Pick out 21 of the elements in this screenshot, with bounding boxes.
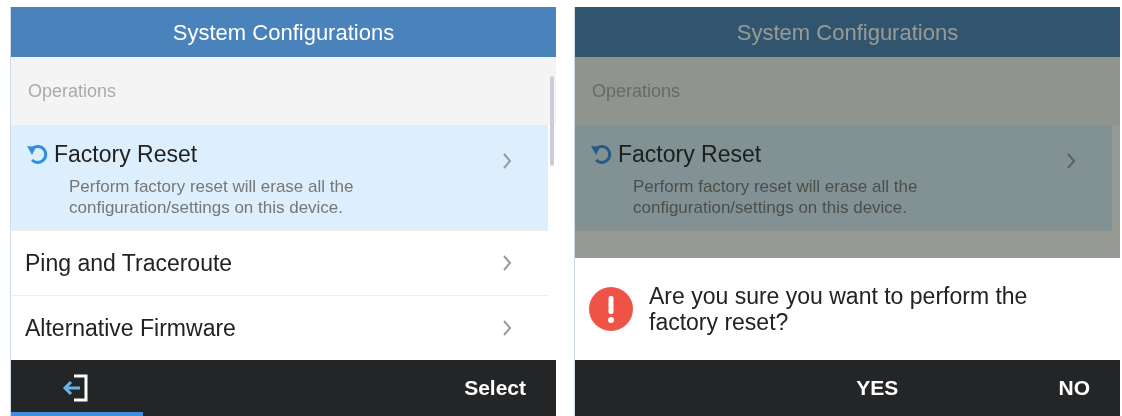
item-label: Factory Reset (618, 140, 762, 169)
chevron-icon (502, 320, 512, 336)
chevron-icon (502, 153, 512, 169)
softkey-button[interactable]: NO (928, 360, 1120, 416)
chevron-icon (1066, 153, 1076, 169)
warning-icon (589, 287, 633, 331)
chevron-icon (502, 255, 512, 271)
dialog-message: Are you sure you want to perform the factory reset? (649, 282, 1029, 336)
section-header: Operations (11, 57, 556, 125)
menu-item[interactable]: Factory Reset Perform factory reset will erase all the configuration/settings on this device. (575, 125, 1112, 231)
item-description: Perform factory reset will erase all the configuration/settings on this device. (632, 175, 919, 218)
item-description: Perform factory reset will erase all the configuration/settings on this device. (68, 175, 355, 218)
softkey-button[interactable]: YES (736, 360, 929, 416)
menu-item[interactable]: Factory Reset Perform factory reset will erase all the configuration/settings on this device. (11, 125, 548, 231)
item-label: Alternative Firmware (25, 313, 236, 343)
screen-title: System Configurations (575, 7, 1120, 57)
screen-title: System Configurations (11, 7, 556, 57)
softkey-button[interactable]: Select (143, 360, 556, 416)
item-label: Ping and Traceroute (25, 248, 233, 278)
menu-item[interactable]: Ping and Traceroute (11, 231, 548, 296)
item-label: Factory Reset (54, 140, 198, 169)
